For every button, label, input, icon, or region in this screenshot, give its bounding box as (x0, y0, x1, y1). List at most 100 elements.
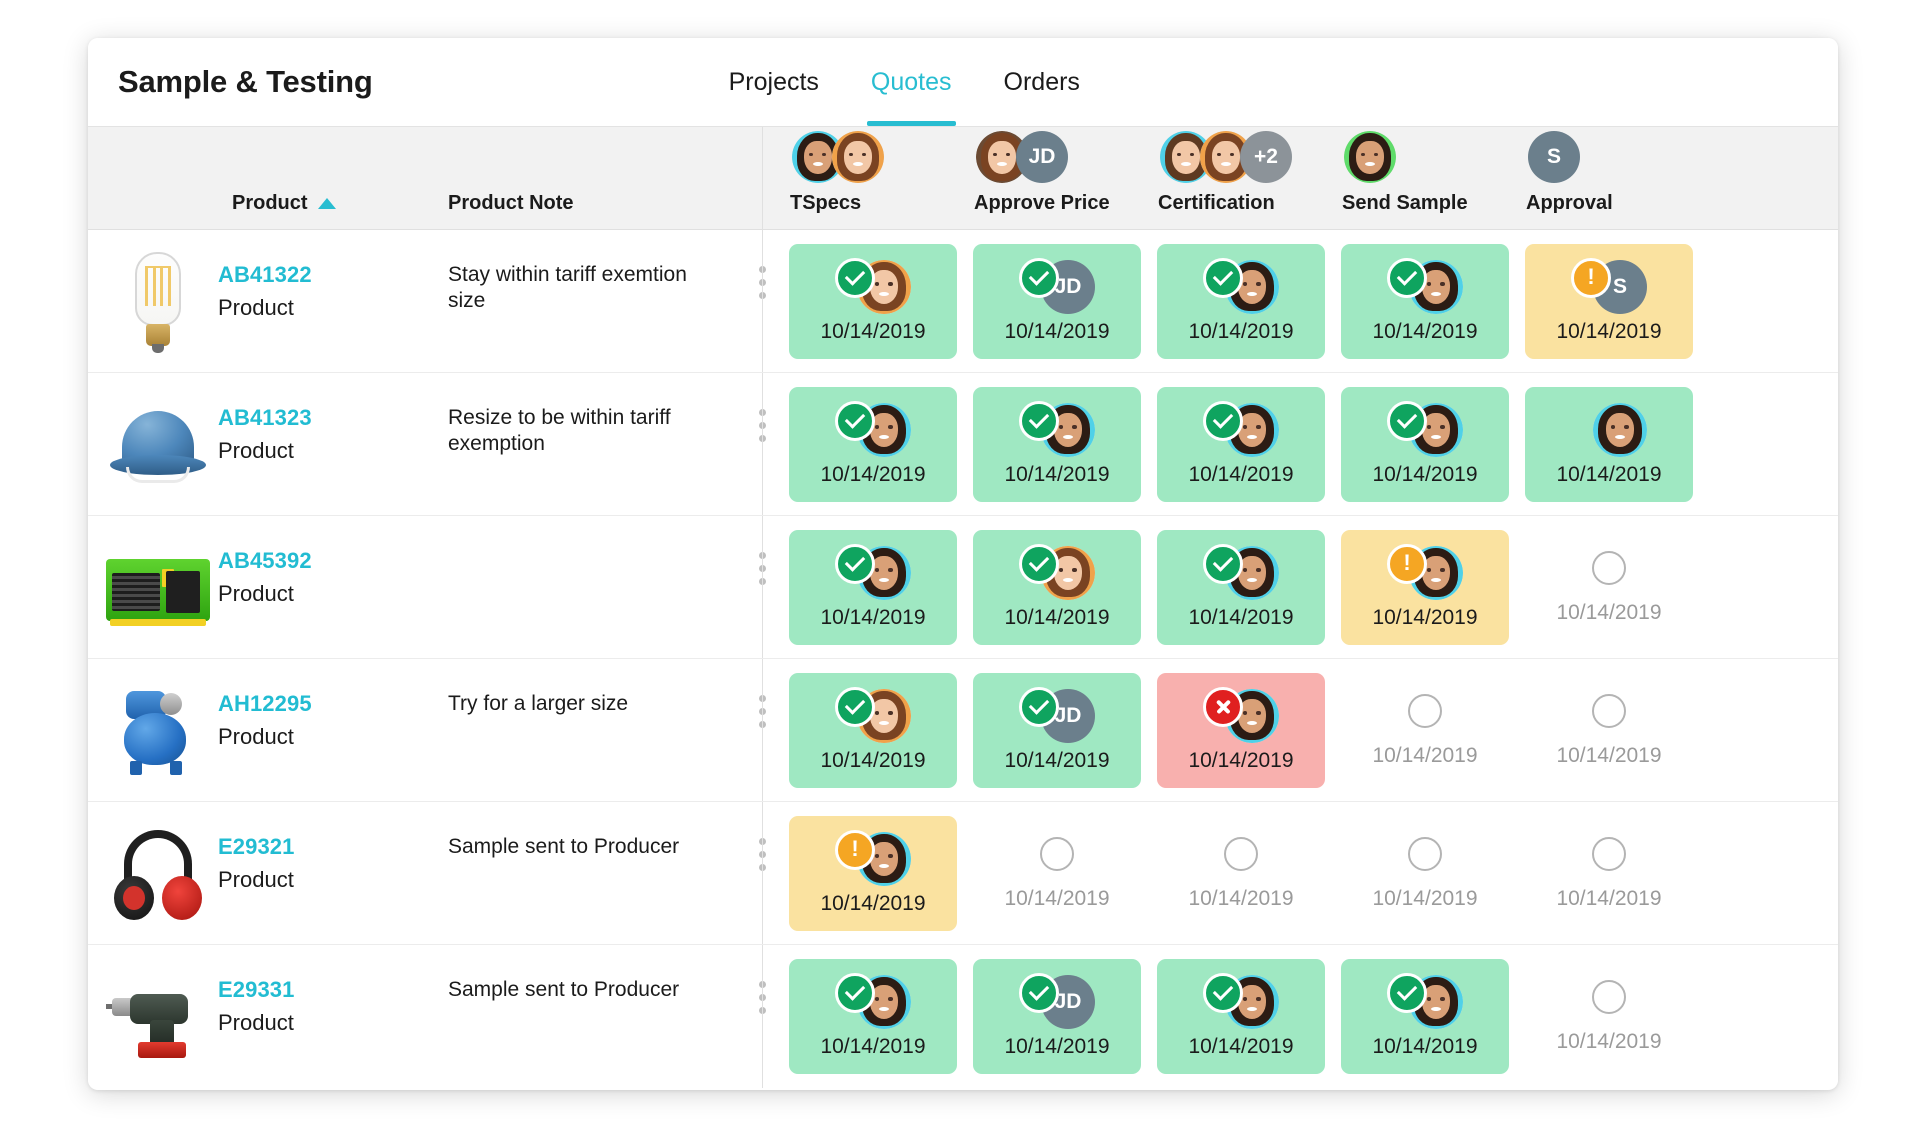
status-chip-warn[interactable]: 10/14/2019 (1341, 530, 1509, 645)
column-avatar-group: JD (974, 131, 1068, 183)
column-header-approve-price[interactable]: JD Approve Price (970, 127, 1154, 229)
product-id-link[interactable]: E29331 (218, 977, 294, 1003)
column-header-send-sample[interactable]: Send Sample (1338, 127, 1522, 229)
product-note-cell: Resize to be within tariff exemption (448, 373, 738, 515)
status-chip-ok[interactable]: 10/14/2019 (789, 673, 957, 788)
status-date: 10/14/2019 (1004, 462, 1110, 486)
status-chip-empty: 10/14/2019 (1525, 530, 1693, 645)
product-id-link[interactable]: AH12295 (218, 691, 312, 717)
avatar-initials[interactable]: S (1528, 131, 1580, 183)
table-row: AH12295 Product Try for a larger size 10/14… (88, 659, 1838, 802)
product-cell: AB41323 Product (88, 373, 448, 515)
tab-orders[interactable]: Orders (978, 38, 1106, 126)
product-cell: AB45392 Product (88, 516, 448, 658)
status-chip-ok[interactable]: 10/14/2019 (1341, 244, 1509, 359)
status-date: 10/14/2019 (1004, 319, 1110, 343)
table-row: AB41322 Product Stay within tariff exemtio… (88, 230, 1838, 373)
status-date: 10/14/2019 (1556, 886, 1662, 910)
product-id-link[interactable]: AB41323 (218, 405, 312, 431)
status-chip-empty: 10/14/2019 (1157, 816, 1325, 931)
status-chip-ok[interactable]: 10/14/2019 (789, 959, 957, 1074)
avatar[interactable] (1593, 402, 1647, 457)
status-chip-err[interactable]: 10/14/2019 (1157, 673, 1325, 788)
tab-bar: Projects Quotes Orders (703, 38, 1106, 126)
status-chip-ok[interactable]: 10/14/2019 (789, 244, 957, 359)
status-chip-ok[interactable]: 10/14/2019 (1157, 387, 1325, 502)
status-chip-empty: 10/14/2019 (1341, 673, 1509, 788)
status-chip-ok[interactable]: 10/14/2019 (973, 387, 1141, 502)
column-header-tspecs[interactable]: TSpecs (762, 127, 970, 229)
product-id-link[interactable]: E29321 (218, 834, 294, 860)
column-header-certification[interactable]: +2 Certification (1154, 127, 1338, 229)
status-chip-ok[interactable]: 10/14/2019 (789, 387, 957, 502)
column-header-note[interactable]: Product Note (448, 127, 738, 229)
product-note-cell: Try for a larger size (448, 659, 738, 801)
product-thumbnail-pump-icon (98, 677, 218, 789)
status-date: 10/14/2019 (1372, 743, 1478, 767)
status-cell: S 10/14/2019 (1522, 230, 1706, 372)
status-date: 10/14/2019 (1188, 462, 1294, 486)
page-title: Sample & Testing (118, 64, 373, 99)
status-chip-ok[interactable]: 10/14/2019 (1341, 387, 1509, 502)
status-empty-circle (1592, 979, 1626, 1014)
avatar-initials[interactable]: JD (1016, 131, 1068, 183)
avatar-initials[interactable]: +2 (1240, 131, 1292, 183)
status-cell: 10/14/2019 (1338, 230, 1522, 372)
status-cell: 10/14/2019 (762, 659, 970, 801)
status-date: 10/14/2019 (1188, 319, 1294, 343)
table-row: AB41323 Product Resize to be within tariff… (88, 373, 1838, 516)
status-marker (835, 400, 911, 457)
status-date: 10/14/2019 (1556, 462, 1662, 486)
status-chip-ok[interactable]: 10/14/2019 (1157, 959, 1325, 1074)
status-chip-ok[interactable]: 10/14/2019 (789, 530, 957, 645)
status-cell: 10/14/2019 (762, 230, 970, 372)
status-cell: JD 10/14/2019 (970, 230, 1154, 372)
status-chip-ok[interactable]: 10/14/2019 (1157, 530, 1325, 645)
status-check-badge-icon (1019, 543, 1059, 584)
status-date: 10/14/2019 (1188, 748, 1294, 772)
status-date: 10/14/2019 (1556, 319, 1662, 343)
column-header-approval[interactable]: S Approval (1522, 127, 1706, 229)
status-chip-ok[interactable]: 10/14/2019 (1341, 959, 1509, 1074)
status-check-badge-icon (835, 543, 875, 584)
status-date: 10/14/2019 (1556, 743, 1662, 767)
status-cell: JD 10/14/2019 (970, 659, 1154, 801)
status-empty-circle (1224, 836, 1258, 871)
product-subtitle: Product (218, 867, 294, 892)
status-marker: JD (1019, 686, 1095, 743)
app-window: Sample & Testing Projects Quotes Orders Pr… (88, 38, 1838, 1090)
status-chip-ok[interactable]: 10/14/2019 (973, 530, 1141, 645)
column-header-product[interactable]: Product (88, 127, 448, 229)
status-chip-ok[interactable]: JD 10/14/2019 (973, 673, 1141, 788)
status-chip-ok[interactable]: JD 10/14/2019 (973, 244, 1141, 359)
status-date: 10/14/2019 (1188, 886, 1294, 910)
avatar[interactable] (1344, 131, 1396, 183)
product-id-link[interactable]: AB45392 (218, 548, 312, 574)
status-chip-ok[interactable]: 10/14/2019 (1525, 387, 1693, 502)
status-alert-badge-icon (1387, 543, 1427, 584)
product-id-link[interactable]: AB41322 (218, 262, 312, 288)
column-avatar-group: S (1526, 131, 1580, 183)
product-note-text: Sample sent to Producer (448, 835, 680, 858)
status-cell: 10/14/2019 (1338, 516, 1522, 658)
status-date: 10/14/2019 (1004, 886, 1110, 910)
product-cell: E29321 Product (88, 802, 448, 944)
status-cell: 10/14/2019 (762, 802, 970, 944)
status-check-badge-icon (835, 257, 875, 298)
status-date: 10/14/2019 (1556, 1029, 1662, 1053)
caret-up-icon[interactable] (317, 198, 336, 209)
tab-quotes[interactable]: Quotes (845, 38, 978, 126)
product-thumbnail-earmuffs-icon (98, 820, 218, 932)
status-date: 10/14/2019 (1372, 605, 1478, 629)
status-chip-ok[interactable]: JD 10/14/2019 (973, 959, 1141, 1074)
status-chip-warn[interactable]: 10/14/2019 (789, 816, 957, 931)
avatar[interactable] (832, 131, 884, 183)
status-check-badge-icon (835, 972, 875, 1013)
status-date: 10/14/2019 (1004, 1034, 1110, 1058)
status-chip-ok[interactable]: 10/14/2019 (1157, 244, 1325, 359)
tab-projects[interactable]: Projects (703, 38, 845, 126)
status-check-badge-icon (1203, 543, 1243, 584)
status-chip-warn[interactable]: S 10/14/2019 (1525, 244, 1693, 359)
status-marker (835, 686, 911, 743)
product-note-text: Stay within tariff exemtion size (448, 263, 687, 313)
